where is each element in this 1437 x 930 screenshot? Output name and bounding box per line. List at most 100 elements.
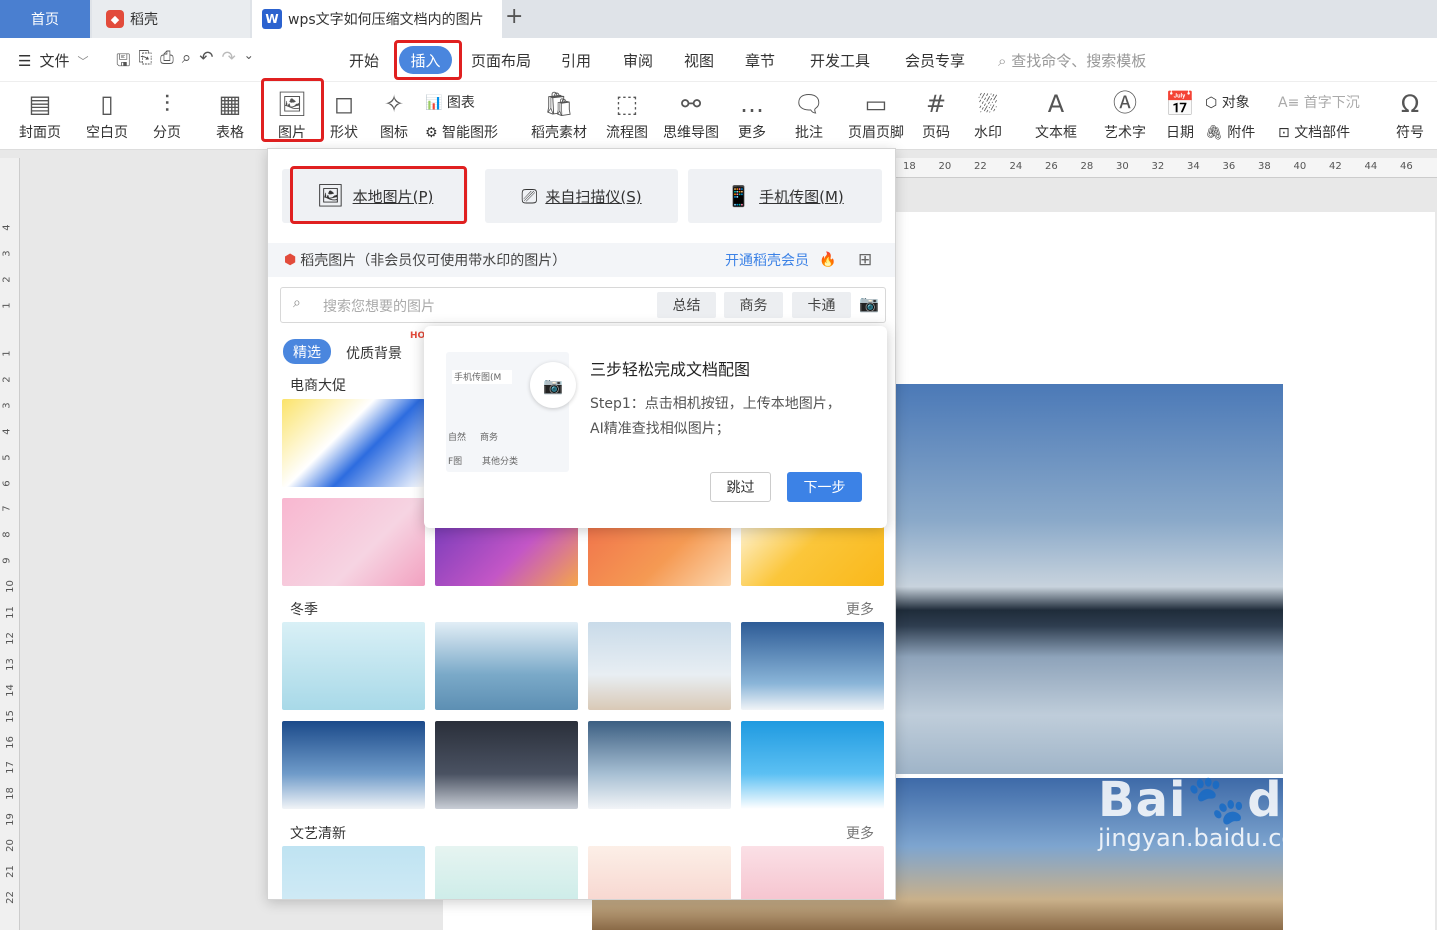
thumb-winter-1[interactable] [282, 622, 425, 710]
thumb-ecommerce-2[interactable] [282, 498, 425, 586]
tab-featured[interactable]: 精选 [283, 339, 331, 364]
menu-section[interactable]: 章节 [745, 50, 775, 71]
menu-review[interactable]: 审阅 [623, 50, 653, 71]
grid-apps-icon[interactable]: ⊞ [858, 250, 872, 270]
watermark-button[interactable]: ⛆ 水印 [966, 82, 1010, 142]
mindmap-label: 思维导图 [663, 125, 719, 141]
thumb-fresh-1[interactable] [282, 846, 425, 899]
menu-start[interactable]: 开始 [349, 50, 379, 71]
camera-icon: 📷 [530, 362, 576, 408]
thumb-ecommerce-1[interactable] [282, 399, 425, 487]
redo-icon[interactable]: ↷ [221, 48, 235, 77]
ruler-v-tick: 3 [1, 402, 13, 409]
thumb-winter-6[interactable] [435, 721, 578, 809]
file-menu[interactable]: ☰ 文件 ﹀ [18, 50, 88, 71]
tab-quality-background[interactable]: 优质背景 [346, 343, 402, 363]
attachment-button[interactable]: 🖇 附件 [1205, 122, 1255, 142]
tab-home[interactable]: 首页 [0, 0, 90, 38]
guide-img-other: 其他分类 [482, 457, 519, 467]
header-footer-button[interactable]: ▭ 页眉页脚 [843, 82, 909, 142]
date-label: 日期 [1166, 125, 1194, 141]
tab-document[interactable]: W wps文字如何压缩文档内的图片 [252, 0, 502, 38]
date-button[interactable]: 📅 日期 [1161, 82, 1199, 142]
thumb-winter-8[interactable] [741, 721, 884, 809]
flame-icon: 🔥 [819, 252, 837, 268]
lake-church-photo[interactable] [895, 384, 1283, 774]
shape-button[interactable]: ◻ 形状 [322, 82, 366, 142]
wps-writer-icon: W [262, 9, 282, 29]
phone-upload-button[interactable]: 📱 手机传图(M) [688, 169, 882, 223]
thumb-winter-5[interactable] [282, 721, 425, 809]
winter-more-link[interactable]: 更多 [846, 599, 874, 619]
more-button[interactable]: … 更多 [729, 82, 775, 142]
table-button[interactable]: ▦ 表格 [206, 82, 254, 142]
save-icon[interactable]: 🖫 [116, 48, 130, 77]
cover-page-button[interactable]: ▤ 封面页 [10, 82, 70, 142]
picture-search-box[interactable]: ⌕ 搜索您想要的图片 总结 商务 卡通 📷 [280, 287, 886, 323]
thumb-winter-4[interactable] [741, 622, 884, 710]
menu-view[interactable]: 视图 [684, 50, 714, 71]
print-icon[interactable]: ⎙ [160, 48, 174, 77]
local-picture-label: 本地图片(P) [352, 187, 434, 206]
tab-daoke[interactable]: ◆ 稻壳 [92, 0, 250, 38]
thumb-winter-2[interactable] [435, 622, 578, 710]
menu-developer[interactable]: 开发工具 [810, 50, 870, 71]
table-icon: ▦ [218, 90, 242, 118]
smart-graphic-button[interactable]: ⚙ 智能图形 [425, 122, 498, 142]
flowchart-icon: ⬚ [615, 90, 639, 118]
thumb-fresh-4[interactable] [741, 846, 884, 899]
thumb-fresh-2[interactable] [435, 846, 578, 899]
chip-business[interactable]: 商务 [724, 292, 783, 318]
comment-button[interactable]: 🗨 批注 [789, 82, 829, 142]
wordart-button[interactable]: Ⓐ 艺术字 [1096, 82, 1154, 142]
daoke-logo-icon: ◆ [106, 10, 124, 28]
dropcap-button[interactable]: A≡ 首字下沉 [1278, 92, 1360, 112]
object-button[interactable]: ⬡ 对象 [1205, 92, 1250, 112]
menu-page-layout[interactable]: 页面布局 [471, 50, 531, 71]
chart-button[interactable]: 📊 图表 [425, 92, 475, 112]
ruler-h-tick: 30 [1116, 161, 1129, 172]
next-step-button[interactable]: 下一步 [787, 472, 862, 502]
undo-icon[interactable]: ↶ [199, 48, 213, 77]
open-vip-link[interactable]: 开通稻壳会员 [725, 250, 809, 270]
picture-button[interactable]: 🖼 图片 [266, 82, 318, 142]
guide-img-nature: 自然 [448, 433, 467, 443]
quick-access-toolbar: 🖫 ⎘ ⎙ ⌕ ↶ ↷ ⌄ [116, 48, 254, 77]
page-break-icon: ⫶ [164, 90, 170, 118]
ruler-h-tick: 26 [1045, 161, 1058, 172]
shape-label: 形状 [330, 125, 358, 141]
blank-page-icon: ▯ [100, 90, 114, 118]
ruler-v-tick: 20 [4, 839, 16, 852]
material-button[interactable]: 🛍 稻壳素材 [526, 82, 592, 142]
print-preview-icon[interactable]: ⌕ [182, 48, 192, 77]
thumb-winter-3[interactable] [588, 622, 731, 710]
command-search[interactable]: ⌕ 查找命令、搜索模板 [998, 50, 1146, 71]
watermark-icon: ⛆ [978, 90, 998, 118]
page-number-button[interactable]: # 页码 [914, 82, 958, 142]
icons-button[interactable]: ✧ 图标 [372, 82, 416, 142]
docpart-button[interactable]: ⊡ 文档部件 [1278, 122, 1350, 142]
thumb-winter-7[interactable] [588, 721, 731, 809]
blank-page-button[interactable]: ▯ 空白页 [77, 82, 137, 142]
skip-button[interactable]: 跳过 [710, 472, 771, 502]
symbol-button[interactable]: Ω 符号 [1390, 82, 1430, 142]
menu-references[interactable]: 引用 [561, 50, 591, 71]
scanner-button[interactable]: ⎚ 来自扫描仪(S) [485, 169, 678, 223]
export-icon[interactable]: ⎘ [138, 48, 152, 77]
mindmap-button[interactable]: ⚯ 思维导图 [660, 82, 722, 142]
page-break-button[interactable]: ⫶ 分页 [143, 82, 191, 142]
thumb-fresh-3[interactable] [588, 846, 731, 899]
textbox-button[interactable]: A 文本框 [1027, 82, 1085, 142]
fresh-more-link[interactable]: 更多 [846, 823, 874, 843]
menu-insert[interactable]: 插入 [399, 46, 452, 74]
tab-bar: 首页 ◆ 稻壳 W wps文字如何压缩文档内的图片 + [0, 0, 1437, 38]
new-tab-button[interactable]: + [505, 4, 523, 29]
chip-summary[interactable]: 总结 [657, 292, 716, 318]
daoke-shield-icon: ⬢ [284, 252, 297, 268]
camera-icon[interactable]: 📷 [859, 294, 879, 313]
chip-cartoon[interactable]: 卡通 [792, 292, 851, 318]
menu-member[interactable]: 会员专享 [905, 50, 965, 71]
local-picture-button[interactable]: 🖼 本地图片(P) [282, 169, 468, 223]
flowchart-button[interactable]: ⬚ 流程图 [602, 82, 652, 142]
customize-icon[interactable]: ⌄ [244, 48, 254, 77]
